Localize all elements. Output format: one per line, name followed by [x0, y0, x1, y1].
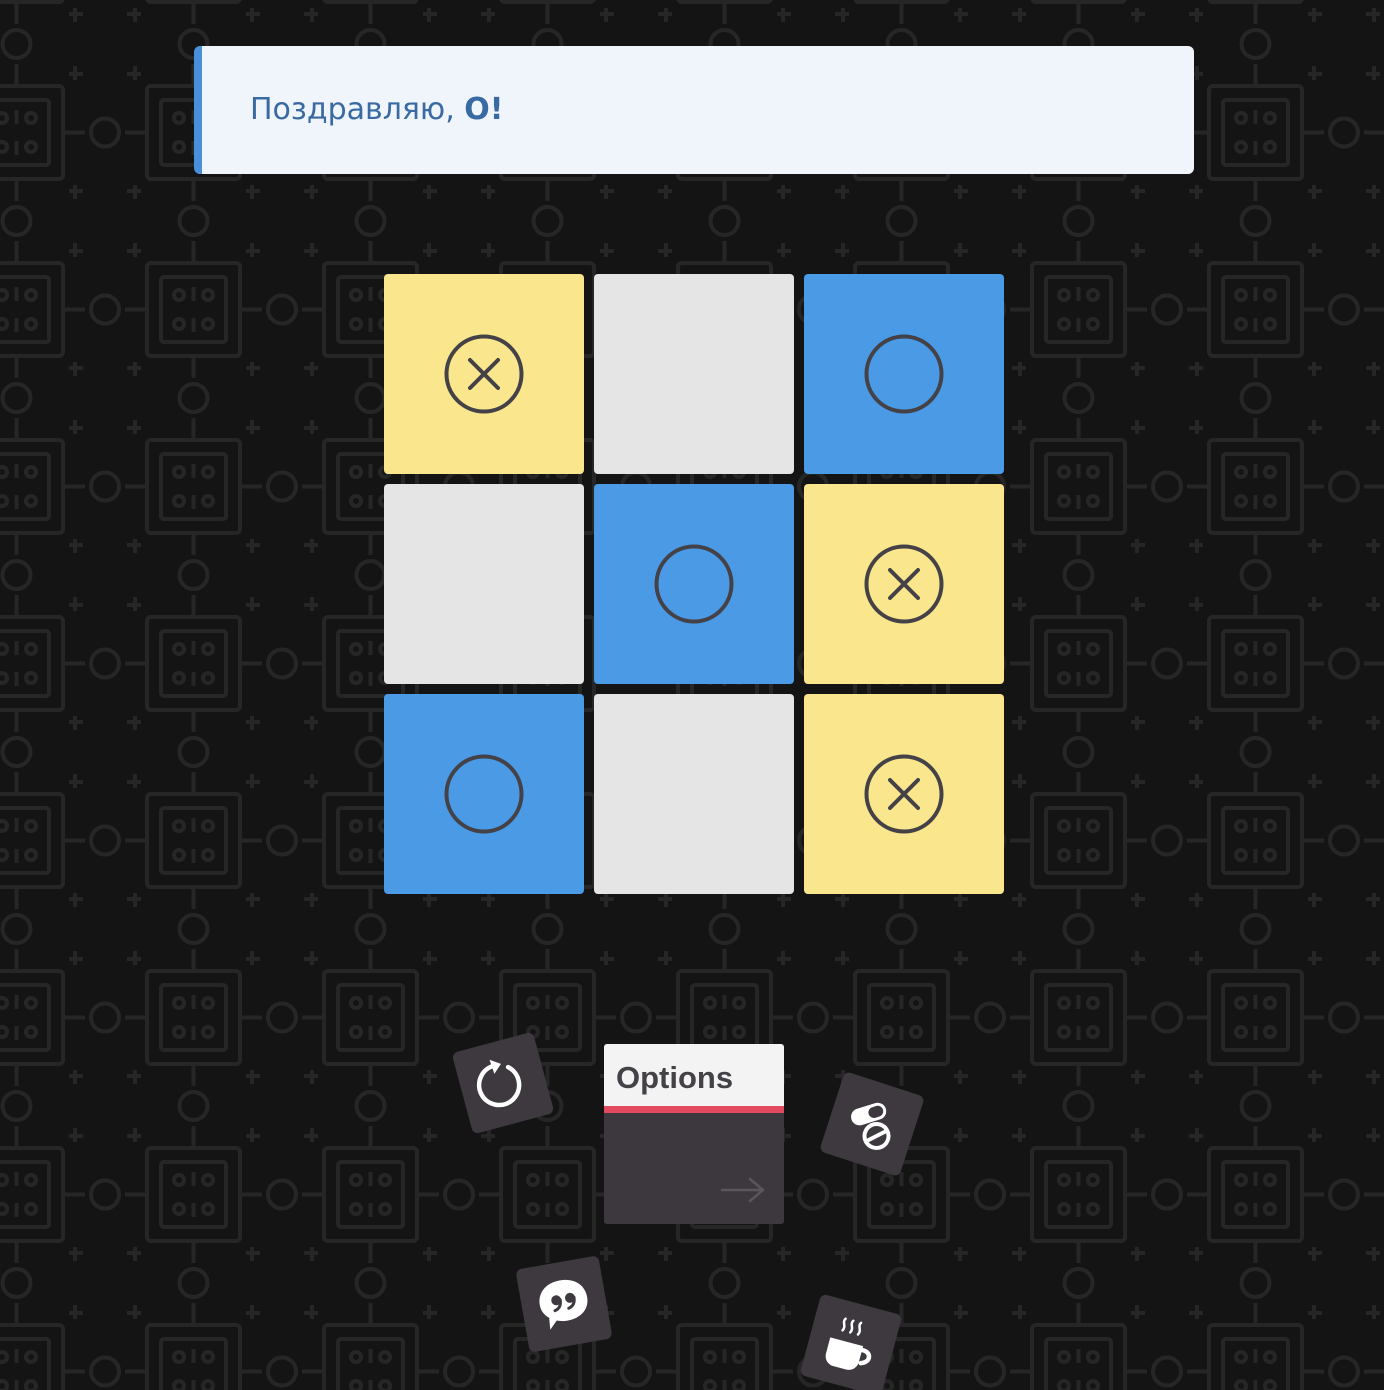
- o-mark-icon: [654, 544, 734, 624]
- board-cell-2[interactable]: [594, 274, 794, 474]
- win-message: Поздравляю, O!: [250, 90, 503, 130]
- x-mark-icon: [444, 334, 524, 414]
- x-mark-icon: [864, 544, 944, 624]
- options-card[interactable]: Options: [604, 1044, 784, 1224]
- board-cell-9[interactable]: [804, 694, 1004, 894]
- x-mark-icon: [864, 754, 944, 834]
- chat-button[interactable]: [515, 1255, 613, 1353]
- board-cell-3[interactable]: [804, 274, 1004, 474]
- board-cell-7[interactable]: [384, 694, 584, 894]
- board-cell-5[interactable]: [594, 484, 794, 684]
- board-cell-6[interactable]: [804, 484, 1004, 684]
- options-title: Options: [616, 1060, 734, 1095]
- arrow-right-icon: [720, 1177, 765, 1203]
- restart-icon: [476, 1059, 522, 1108]
- options-header: Options: [604, 1044, 784, 1106]
- win-notification: Поздравляю, O!: [194, 46, 1194, 174]
- o-mark-icon: [864, 334, 944, 414]
- board-cell-1[interactable]: [384, 274, 584, 474]
- options-body: [604, 1113, 784, 1224]
- board-cell-8[interactable]: [594, 694, 794, 894]
- board-cell-4[interactable]: [384, 484, 584, 684]
- coffee-cup-icon: [825, 1317, 872, 1370]
- quote-bubble-icon: [539, 1279, 588, 1330]
- congrats-text: Поздравляю,: [250, 92, 465, 127]
- winner-mark: O!: [464, 92, 504, 127]
- pills-icon: [851, 1102, 891, 1150]
- game-board: [384, 274, 1004, 894]
- options-accent-stripe: [604, 1106, 784, 1113]
- o-mark-icon: [444, 754, 524, 834]
